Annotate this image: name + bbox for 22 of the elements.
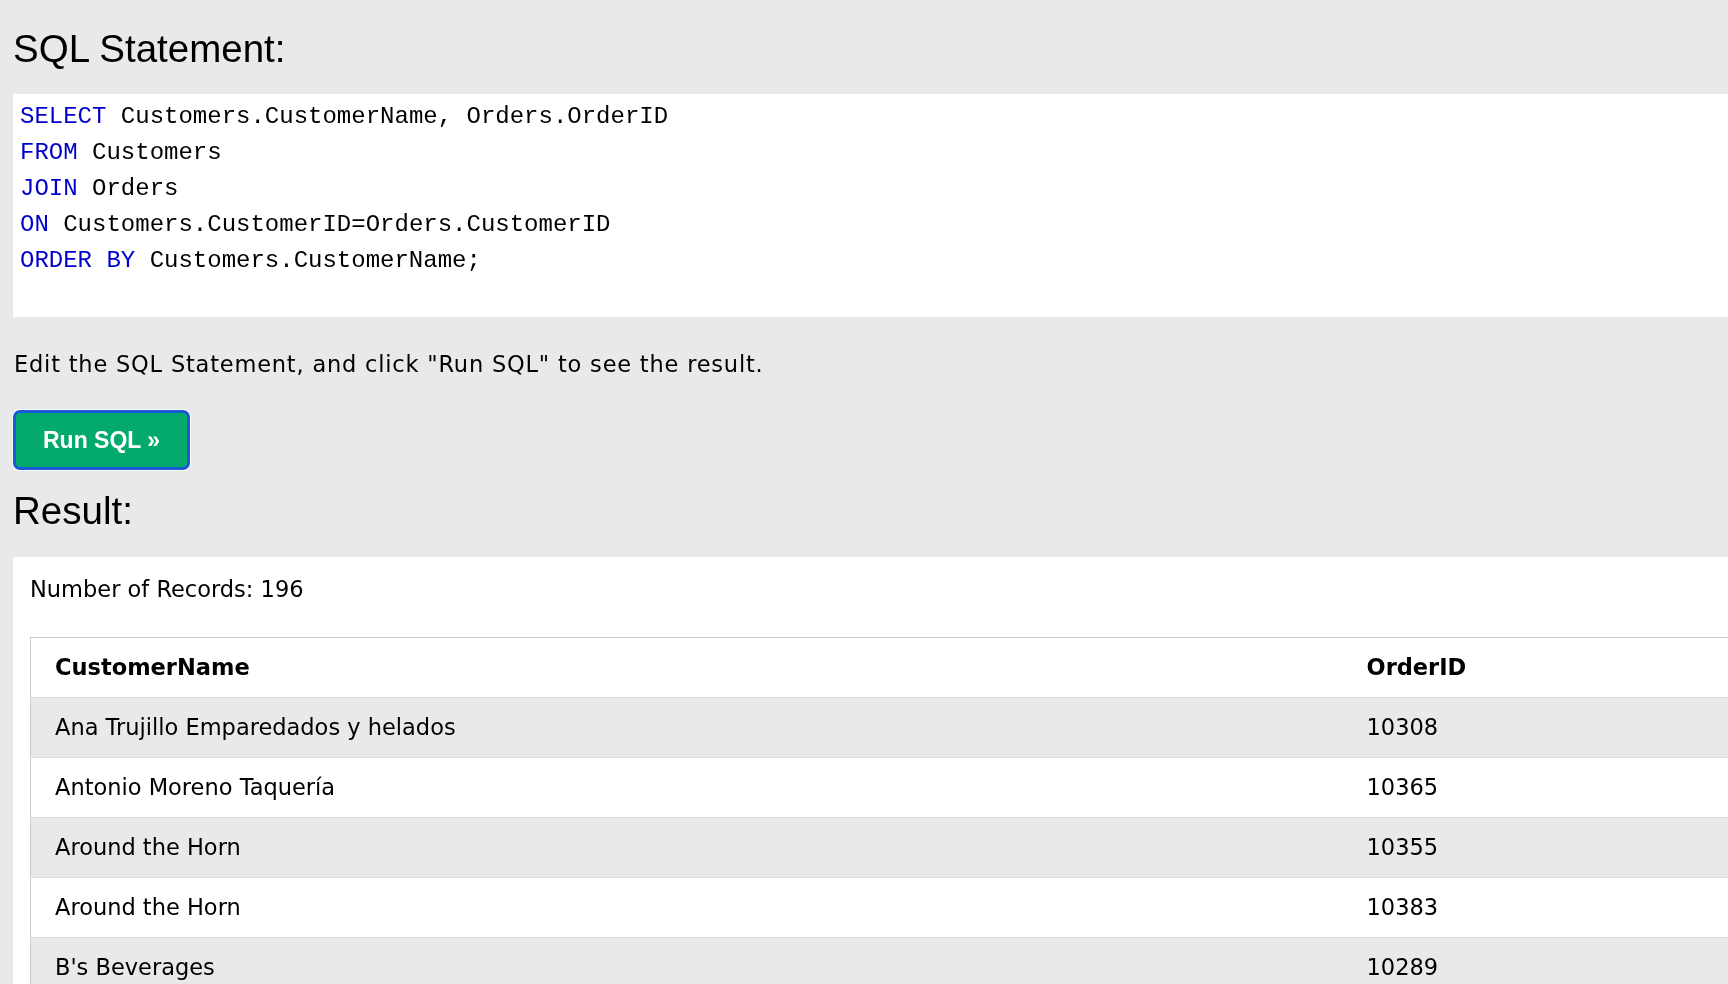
code-line: JOIN Orders	[20, 174, 179, 204]
code-line: ORDER BY Customers.CustomerName;	[20, 246, 481, 276]
column-header: CustomerName	[30, 637, 1343, 698]
table-cell: 10383	[1342, 877, 1728, 938]
table-cell: 10289	[1342, 937, 1728, 984]
sql-editor[interactable]: SELECT Customers.CustomerName, Orders.OrderID FROM Customers JOIN Orders ON Customers.CustomerID=Orders.CustomerID ORDER BY Customers.CustomerName;	[13, 94, 1728, 317]
code-line: SELECT Customers.CustomerName, Orders.OrderID	[20, 102, 669, 132]
record-count: Number of Records: 196	[30, 575, 304, 604]
code-line: FROM Customers	[20, 138, 222, 168]
section-heading: SQL Statement:	[13, 27, 287, 71]
section-heading: Result:	[13, 489, 134, 533]
code-line: ON Customers.CustomerID=Orders.CustomerID	[20, 210, 611, 240]
table-cell: B's Beverages	[30, 937, 1343, 984]
table-cell: Antonio Moreno Taquería	[30, 757, 1343, 818]
table-cell: 10355	[1342, 817, 1728, 878]
instruction-text: Edit the SQL Statement, and click "Run SQL" to see the result.	[14, 350, 765, 379]
table-cell: Ana Trujillo Emparedados y helados	[30, 697, 1343, 758]
column-header: OrderID	[1342, 637, 1728, 698]
table-cell: Around the Horn	[30, 877, 1343, 938]
table-cell: 10365	[1342, 757, 1728, 818]
table-cell: 10308	[1342, 697, 1728, 758]
table-cell: Around the Horn	[30, 817, 1343, 878]
